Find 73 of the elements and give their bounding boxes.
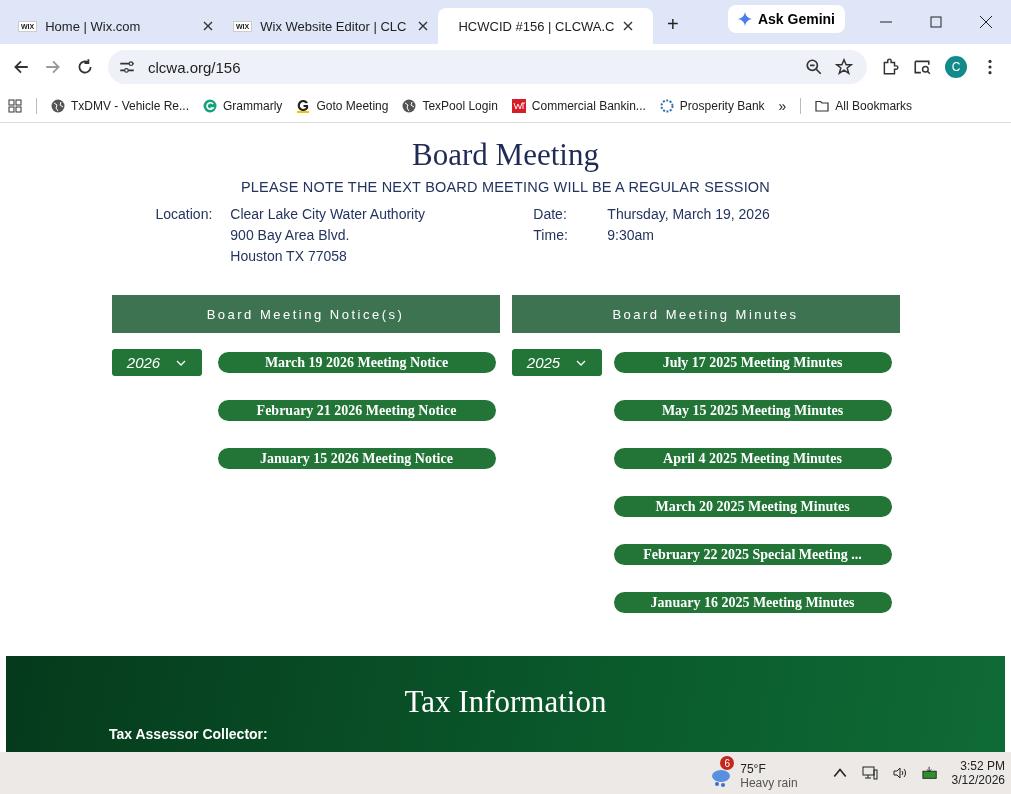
speaker-icon[interactable] — [891, 765, 908, 781]
bookmark[interactable]: TexPool Login — [402, 99, 498, 113]
reload-icon[interactable] — [76, 58, 94, 76]
all-bookmarks-button[interactable]: All Bookmarks — [815, 99, 913, 113]
forward-icon[interactable] — [44, 58, 62, 76]
document-link-button[interactable]: February 21 2026 Meeting Notice — [217, 400, 496, 421]
profile-avatar[interactable]: C — [945, 56, 967, 78]
document-link-button[interactable]: March 19 2026 Meeting Notice — [217, 352, 496, 373]
address-line: Houston TX 77058 — [230, 248, 348, 264]
bank-icon — [511, 99, 526, 113]
document-link-button[interactable]: May 15 2025 Meeting Minutes — [613, 400, 892, 421]
close-icon[interactable] — [979, 15, 993, 29]
goto-icon — [296, 99, 311, 113]
page-heading: Board Meeting — [412, 137, 599, 173]
browser-tab[interactable]: HCWCID #156 | CLCWA.C — [438, 8, 653, 44]
extensions-icon[interactable] — [881, 58, 899, 76]
document-link-button[interactable]: April 4 2025 Meeting Minutes — [613, 448, 892, 469]
globe-icon — [51, 99, 65, 113]
tab-title: HCWCID #156 | CLCWA.C — [458, 18, 615, 34]
zoom-icon[interactable] — [805, 58, 823, 76]
more-bookmarks-button[interactable]: » — [778, 98, 787, 114]
maximize-icon[interactable] — [929, 15, 943, 29]
bookmark[interactable]: Grammarly — [203, 99, 283, 113]
notification-badge: 6 — [720, 756, 735, 770]
tab-search-icon[interactable] — [913, 58, 931, 76]
chevron-icon — [176, 359, 187, 366]
gemini-button[interactable]: Ask Gemini — [727, 5, 845, 33]
address-line: Clear Lake City Water Authority — [230, 206, 427, 222]
bookmark[interactable]: Goto Meeting — [296, 99, 389, 113]
section-heading: Tax Information — [404, 684, 607, 720]
location-label: Location: — [155, 206, 213, 224]
star-icon[interactable] — [835, 58, 853, 76]
bookmark[interactable]: TxDMV - Vehicle Re... — [51, 99, 190, 113]
time-value: 9:30am — [607, 227, 656, 243]
section-header: Board Meeting Notice(s) — [111, 295, 500, 333]
tax-assessor-label: Tax Assessor Collector: — [109, 726, 268, 742]
bookmark[interactable]: Commercial Bankin... — [511, 99, 646, 113]
close-icon[interactable] — [203, 21, 213, 31]
document-link-button[interactable]: February 22 2025 Special Meeting ... — [613, 544, 892, 565]
bookmark[interactable]: Prosperity Bank — [659, 99, 765, 113]
close-icon[interactable] — [418, 21, 428, 31]
time-label: Time: — [533, 227, 569, 243]
document-link-button[interactable]: July 17 2025 Meeting Minutes — [613, 352, 892, 373]
date-value: Thursday, March 19, 2026 — [607, 206, 770, 222]
date-label: Date: — [533, 206, 568, 222]
year-dropdown[interactable]: 2025 — [511, 349, 602, 376]
chevron-icon — [576, 359, 587, 366]
weather-condition: Heavy rain — [740, 776, 798, 790]
address-line: 900 Bay Area Blvd. — [230, 227, 351, 243]
globe-icon — [402, 99, 417, 113]
document-link-button[interactable]: January 15 2026 Meeting Notice — [217, 448, 496, 469]
new-tab-button[interactable]: + — [667, 13, 679, 36]
address-bar[interactable]: clcwa.org/156 — [108, 50, 867, 84]
notice-text: PLEASE NOTE THE NEXT BOARD MEETING WILL BE A REGULAR SESSION — [240, 179, 770, 195]
back-icon[interactable] — [12, 58, 30, 76]
battery-icon[interactable] — [921, 765, 938, 781]
section-header: Board Meeting Minutes — [511, 295, 900, 333]
document-link-button[interactable]: March 20 2025 Meeting Minutes — [613, 496, 892, 517]
tab-title: Wix Website Editor | CLC — [260, 18, 408, 34]
clock[interactable]: 3:52 PM 3/12/2026 — [951, 759, 1005, 787]
grammarly-icon — [203, 99, 218, 113]
year-dropdown[interactable]: 2026 — [111, 349, 202, 376]
network-icon[interactable] — [861, 765, 878, 781]
weather-widget[interactable]: 6 75°F Heavy rain — [708, 756, 798, 790]
temperature: 75°F — [740, 762, 767, 776]
apps-icon[interactable] — [8, 99, 22, 113]
ring-icon — [659, 99, 674, 113]
site-settings-icon[interactable] — [118, 58, 136, 76]
tab-title: Home | Wix.com — [45, 18, 142, 34]
folder-icon — [815, 99, 830, 113]
close-icon[interactable] — [622, 21, 633, 31]
sparkle-icon — [737, 12, 752, 26]
document-link-button[interactable]: January 16 2025 Meeting Minutes — [613, 592, 892, 613]
